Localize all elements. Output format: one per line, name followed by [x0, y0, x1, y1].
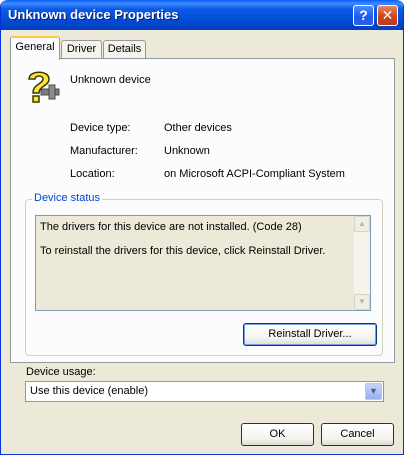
- device-status-title: Device status: [32, 192, 103, 204]
- cancel-button[interactable]: Cancel: [321, 423, 394, 446]
- reinstall-driver-button[interactable]: Reinstall Driver...: [243, 323, 377, 346]
- tab-details[interactable]: Details: [103, 40, 146, 59]
- device-name: Unknown device: [70, 74, 151, 86]
- device-type-label: Device type:: [70, 122, 131, 134]
- tab-general[interactable]: General: [10, 36, 60, 60]
- status-instruction: To reinstall the drivers for this device…: [40, 245, 326, 257]
- ok-button[interactable]: OK: [241, 423, 314, 446]
- general-tab-panel: Unknown device Device type: Other device…: [10, 58, 395, 363]
- scroll-up-arrow-icon[interactable]: ▲: [354, 216, 370, 232]
- help-button[interactable]: ?: [353, 5, 374, 26]
- device-status-textbox[interactable]: The drivers for this device are not inst…: [35, 215, 371, 311]
- status-message: The drivers for this device are not inst…: [40, 221, 302, 233]
- close-button[interactable]: ✕: [377, 5, 398, 26]
- title-bar[interactable]: Unknown device Properties ? ✕: [1, 0, 403, 30]
- chevron-down-icon[interactable]: ▼: [365, 383, 382, 400]
- device-usage-label: Device usage:: [26, 366, 96, 378]
- location-label: Location:: [70, 168, 115, 180]
- device-status-group: Device status The drivers for this devic…: [25, 192, 383, 356]
- properties-dialog: Unknown device Properties ? ✕ General Dr…: [0, 0, 404, 455]
- status-scrollbar[interactable]: ▲ ▼: [354, 216, 370, 310]
- unknown-device-icon: [28, 71, 60, 103]
- manufacturer-label: Manufacturer:: [70, 145, 138, 157]
- scroll-down-arrow-icon[interactable]: ▼: [354, 294, 370, 310]
- manufacturer-value: Unknown: [164, 145, 210, 157]
- device-usage-select[interactable]: Use this device (enable) ▼: [25, 381, 384, 402]
- location-value: on Microsoft ACPI-Compliant System: [164, 168, 345, 180]
- close-icon: ✕: [381, 7, 394, 23]
- device-usage-value: Use this device (enable): [30, 385, 149, 397]
- window-title: Unknown device Properties: [8, 7, 179, 22]
- help-icon: ?: [359, 7, 368, 23]
- device-type-value: Other devices: [164, 122, 232, 134]
- tab-driver[interactable]: Driver: [61, 40, 102, 59]
